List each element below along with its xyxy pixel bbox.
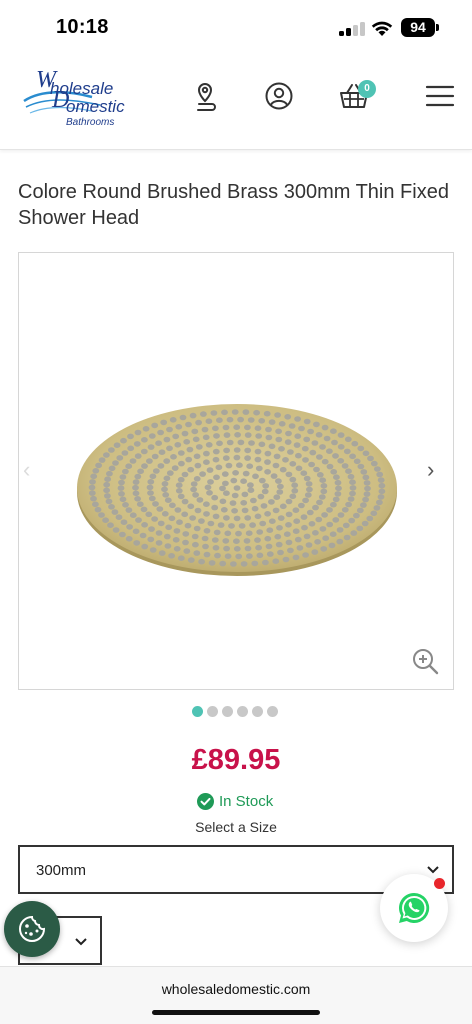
browser-url-bar[interactable]: wholesaledomestic.com xyxy=(0,966,472,1024)
status-bar: 10:18 94 xyxy=(0,0,472,56)
gallery-prev-icon[interactable]: ‹ xyxy=(23,457,30,483)
battery-cap xyxy=(436,24,439,31)
battery-indicator: 94 xyxy=(401,18,435,37)
store-locator-icon[interactable] xyxy=(190,80,222,112)
product-price: £89.95 xyxy=(191,744,281,776)
size-select-value: 300mm xyxy=(36,862,87,879)
size-label: Select a Size xyxy=(195,819,277,835)
stock-text: In Stock xyxy=(219,793,274,810)
site-header: W holesale D omestic Bathrooms 0 xyxy=(0,58,472,150)
logo-text-domestic: omestic xyxy=(66,97,125,116)
cookie-icon xyxy=(19,915,46,942)
home-indicator xyxy=(152,1010,320,1015)
chevron-down-icon xyxy=(75,938,87,946)
check-circle-icon xyxy=(197,793,214,810)
gallery-dot[interactable] xyxy=(267,706,278,717)
cellular-signal-icon xyxy=(339,22,365,36)
gallery-dot[interactable] xyxy=(192,706,203,717)
menu-icon[interactable] xyxy=(424,80,456,112)
notification-dot xyxy=(434,878,445,889)
zoom-icon[interactable] xyxy=(411,647,439,675)
cookie-settings-button[interactable] xyxy=(4,901,60,957)
product-title: Colore Round Brushed Brass 300mm Thin Fi… xyxy=(18,181,449,229)
url-text: wholesaledomestic.com xyxy=(161,981,311,997)
logo-text-bathrooms: Bathrooms xyxy=(66,117,115,128)
gallery-dot[interactable] xyxy=(252,706,263,717)
wifi-icon xyxy=(371,21,393,36)
whatsapp-icon xyxy=(398,892,430,923)
gallery-dot[interactable] xyxy=(207,706,218,717)
gallery-next-icon[interactable]: › xyxy=(427,457,434,483)
site-logo[interactable]: W holesale D omestic Bathrooms xyxy=(22,67,142,128)
product-image xyxy=(77,404,397,576)
gallery-dot[interactable] xyxy=(222,706,233,717)
gallery-dot[interactable] xyxy=(237,706,248,717)
chevron-down-icon xyxy=(427,866,439,874)
account-icon[interactable] xyxy=(263,80,295,112)
basket-count-badge: 0 xyxy=(358,80,376,98)
status-time: 10:18 xyxy=(56,16,109,38)
product-image-gallery[interactable]: ‹ › xyxy=(18,252,454,690)
